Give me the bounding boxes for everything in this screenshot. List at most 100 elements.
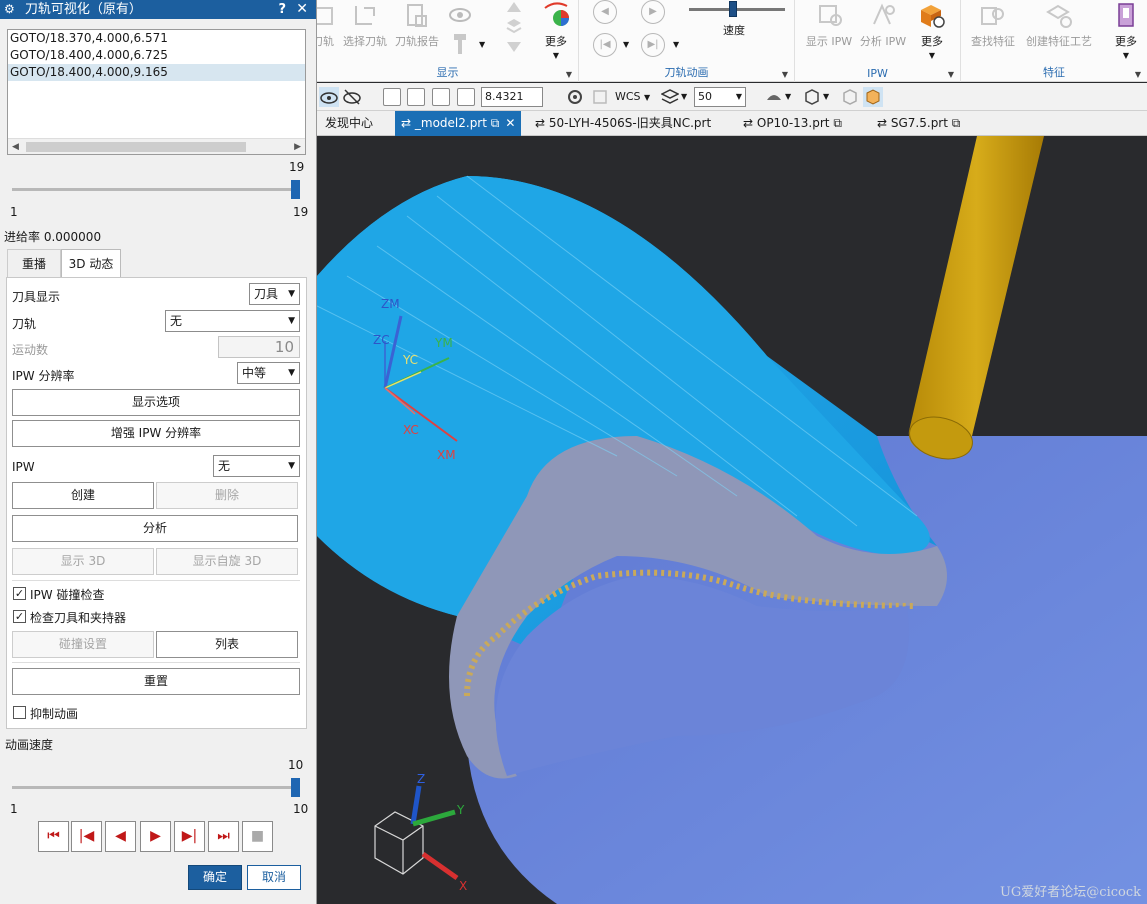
tab-model2[interactable]: ⇄ _model2.prt ⧉ ✕ [395,111,522,136]
list-item[interactable]: GOTO/18.400,4.000,9.165 [8,64,305,81]
chevron-down-icon[interactable]: ▼ [623,40,629,49]
list-item[interactable]: GOTO/18.370,4.000,6.571 [8,30,305,47]
layer-dropdown[interactable]: 50 ▼ [694,87,746,107]
play-button[interactable]: ▶ [140,821,171,852]
chevron-down-icon[interactable]: ▼ [948,70,954,79]
create-button[interactable]: 创建 [12,482,154,509]
show-spin-3d-button[interactable]: 显示自旋 3D [156,548,298,575]
step-slider[interactable] [12,188,300,191]
chevron-down-icon[interactable]: ▼ [785,92,791,101]
dialog-titlebar[interactable]: ⚙ 刀轨可视化（原有） ? ✕ [0,0,316,19]
skip-to-start-button[interactable]: ⏮ [38,821,69,852]
step-forward-icon[interactable]: ▶ [641,0,665,24]
zoom-value-field[interactable]: 8.4321 [481,87,543,107]
list-button[interactable]: 列表 [156,631,298,658]
triad-label-x: X [459,879,467,893]
cube-icon[interactable] [803,88,821,106]
ribbon-button-show-ipw[interactable]: 显示 IPW [803,2,855,49]
arrow-down-icon[interactable] [505,40,523,54]
chevron-down-icon[interactable]: ▼ [782,70,788,79]
close-icon[interactable]: ✕ [296,0,308,19]
stop-button[interactable]: ■ [242,821,273,852]
scrollbar-thumb[interactable] [26,142,246,152]
collision-settings-button[interactable]: 碰撞设置 [12,631,154,658]
suppress-animation-checkbox[interactable] [13,706,26,719]
gear-icon[interactable] [566,88,584,106]
chevron-down-icon[interactable]: ▼ [566,70,572,79]
tool-display-dropdown[interactable]: 刀具 ▼ [249,283,300,305]
horizontal-scrollbar[interactable]: ◀ ▶ [8,138,305,154]
rewind-icon[interactable]: |◀ [593,33,617,57]
chevron-down-icon[interactable]: ▼ [681,92,687,101]
ribbon-button-select-toolpath[interactable]: 选择刀轨 [339,2,391,49]
ok-button[interactable]: 确定 [188,865,242,890]
visibility-icon[interactable] [447,4,473,26]
skip-to-end-button[interactable]: ⏭ [208,821,239,852]
hide-icon[interactable] [342,87,362,107]
shading-icon[interactable] [765,88,783,106]
display-options-button[interactable]: 显示选项 [12,389,300,416]
csys-dropdown[interactable]: WCS ▼ [615,88,650,107]
ribbon-button-more-feature[interactable]: 更多 ▼ [1101,2,1147,60]
animation-speed-knob[interactable] [291,778,300,797]
tab-replay[interactable]: 重播 [7,249,61,277]
layers-icon[interactable] [661,88,679,106]
analyze-button[interactable]: 分析 [12,515,298,542]
ribbon-button-more-display[interactable]: 更多 ▼ [531,2,581,60]
play-reverse-button[interactable]: ◀ [105,821,136,852]
layers-icon[interactable] [505,18,523,34]
chevron-down-icon[interactable]: ▼ [1135,70,1141,79]
ribbon-button-more-ipw[interactable]: 更多 ▼ [907,2,957,60]
chevron-left-icon[interactable]: ◀ [12,139,19,155]
chevron-down-icon[interactable]: ▼ [479,40,485,49]
list-item[interactable]: GOTO/18.400,4.000,6.725 [8,47,305,64]
close-icon[interactable]: ✕ [505,116,515,130]
view-triad[interactable]: Z Y X [374,772,467,893]
fast-forward-icon[interactable]: ▶| [641,33,665,57]
help-icon[interactable]: ? [278,0,286,19]
tool-holder-icon[interactable] [451,32,469,56]
step-slider-knob[interactable] [291,180,300,199]
step-forward-button[interactable]: ▶| [174,821,205,852]
ribbon-button-create-feature-process[interactable]: 创建特征工艺 [1021,2,1097,49]
ipw-collision-label: IPW 碰撞检查 [30,588,105,602]
fit-icon[interactable] [383,88,401,106]
pan-icon[interactable] [432,88,450,106]
cancel-button[interactable]: 取消 [247,865,301,890]
rotate-icon[interactable] [457,88,475,106]
ipw-dropdown[interactable]: 无 ▼ [213,455,300,477]
check-tool-holder-checkbox[interactable]: ✓ [13,610,26,623]
motion-count-label: 运动数 [12,343,49,357]
enhance-ipw-resolution-button[interactable]: 增强 IPW 分辨率 [12,420,300,447]
speed-slider-knob[interactable] [729,1,737,17]
graphics-viewport[interactable]: ZM ZC YC YM XC XM Z Y X UG爱好者论坛@cicock [317,136,1147,904]
delete-button[interactable]: 删除 [156,482,298,509]
step-back-button[interactable]: |◀ [71,821,102,852]
filter-icon[interactable] [591,88,609,106]
eye-icon[interactable] [319,87,339,107]
zoom-icon[interactable] [407,88,425,106]
arrow-up-icon[interactable] [505,0,523,14]
ribbon-button-analyze-ipw[interactable]: 分析 IPW [857,2,909,49]
chevron-right-icon[interactable]: ▶ [294,139,301,155]
tab-sg7-5[interactable]: ⇄ SG7.5.prt ⧉ [871,111,966,136]
ipw-collision-checkbox[interactable]: ✓ [13,587,26,600]
toolpath-dropdown[interactable]: 无 ▼ [165,310,300,332]
goto-listbox[interactable]: GOTO/18.370,4.000,6.571 GOTO/18.400,4.00… [7,29,306,155]
wireframe-icon[interactable] [841,88,859,106]
shaded-box-icon[interactable] [863,87,883,107]
ribbon-button-find-feature[interactable]: 查找特征 [967,2,1019,49]
chevron-down-icon[interactable]: ▼ [823,92,829,101]
animation-speed-slider[interactable] [12,786,300,789]
reset-button[interactable]: 重置 [12,668,300,695]
show-3d-button[interactable]: 显示 3D [12,548,154,575]
ribbon-button-toolpath-report[interactable]: 刀轨报告 [391,2,443,49]
chevron-down-icon[interactable]: ▼ [673,40,679,49]
step-back-icon[interactable]: ◀ [593,0,617,24]
tab-fixture-nc[interactable]: ⇄ 50-LYH-4506S-旧夹具NC.prt [529,111,717,136]
tab-op10-13[interactable]: ⇄ OP10-13.prt ⧉ [737,111,848,136]
tab-discovery-center[interactable]: 发现中心 [319,111,379,136]
ipw-resolution-dropdown[interactable]: 中等 ▼ [237,362,300,384]
tab-3d-dynamic[interactable]: 3D 动态 [61,249,121,277]
speed-slider[interactable] [689,8,785,11]
